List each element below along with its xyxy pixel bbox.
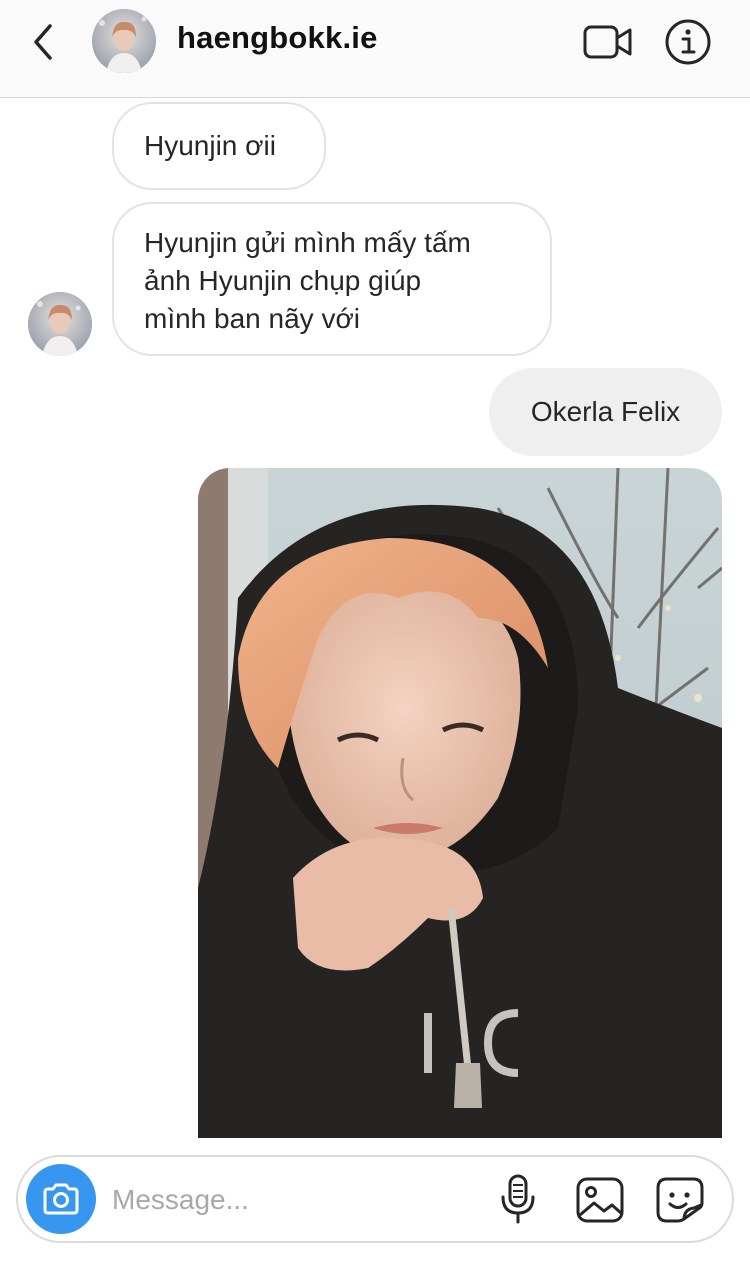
- message-text-line: mình ban nãy với: [144, 303, 361, 334]
- camera-button[interactable]: [26, 1164, 96, 1234]
- info-button[interactable]: [664, 18, 712, 66]
- camera-icon: [43, 1183, 79, 1215]
- back-button[interactable]: [24, 18, 64, 66]
- incoming-message-bubble[interactable]: Hyunjin gửi mình mấy tấm ảnh Hyunjin chụ…: [112, 202, 552, 356]
- chevron-left-icon: [34, 24, 52, 60]
- shared-photo[interactable]: [198, 468, 722, 1138]
- incoming-message-bubble[interactable]: Hyunjin ơii: [112, 102, 326, 190]
- microphone-icon: [501, 1174, 535, 1224]
- gallery-icon: [576, 1177, 624, 1223]
- message-text-line: ảnh Hyunjin chụp giúp: [144, 265, 422, 296]
- message-text: Okerla Felix: [530, 396, 681, 427]
- outgoing-message-bubble[interactable]: Okerla Felix: [489, 368, 722, 456]
- sender-avatar[interactable]: [28, 292, 92, 356]
- video-camera-icon: [583, 25, 632, 59]
- info-icon: [665, 19, 711, 65]
- header-avatar[interactable]: [92, 9, 156, 73]
- gallery-button[interactable]: [574, 1175, 626, 1225]
- chat-username[interactable]: haengbokk.ie: [177, 20, 378, 56]
- video-call-button[interactable]: [582, 22, 634, 62]
- direct-message-screen: haengbokk.ie Hyunjin ơii Hyunjin gửi mìn…: [0, 0, 750, 1278]
- message-text-line: Hyunjin gửi mình mấy tấm: [144, 227, 471, 258]
- message-text: Hyunjin ơii: [144, 130, 276, 161]
- message-composer: [16, 1155, 734, 1243]
- voice-message-button[interactable]: [498, 1173, 538, 1225]
- sticker-icon: [656, 1177, 704, 1223]
- sticker-button[interactable]: [654, 1175, 706, 1225]
- message-input[interactable]: [110, 1175, 474, 1225]
- chat-header: haengbokk.ie: [0, 0, 750, 98]
